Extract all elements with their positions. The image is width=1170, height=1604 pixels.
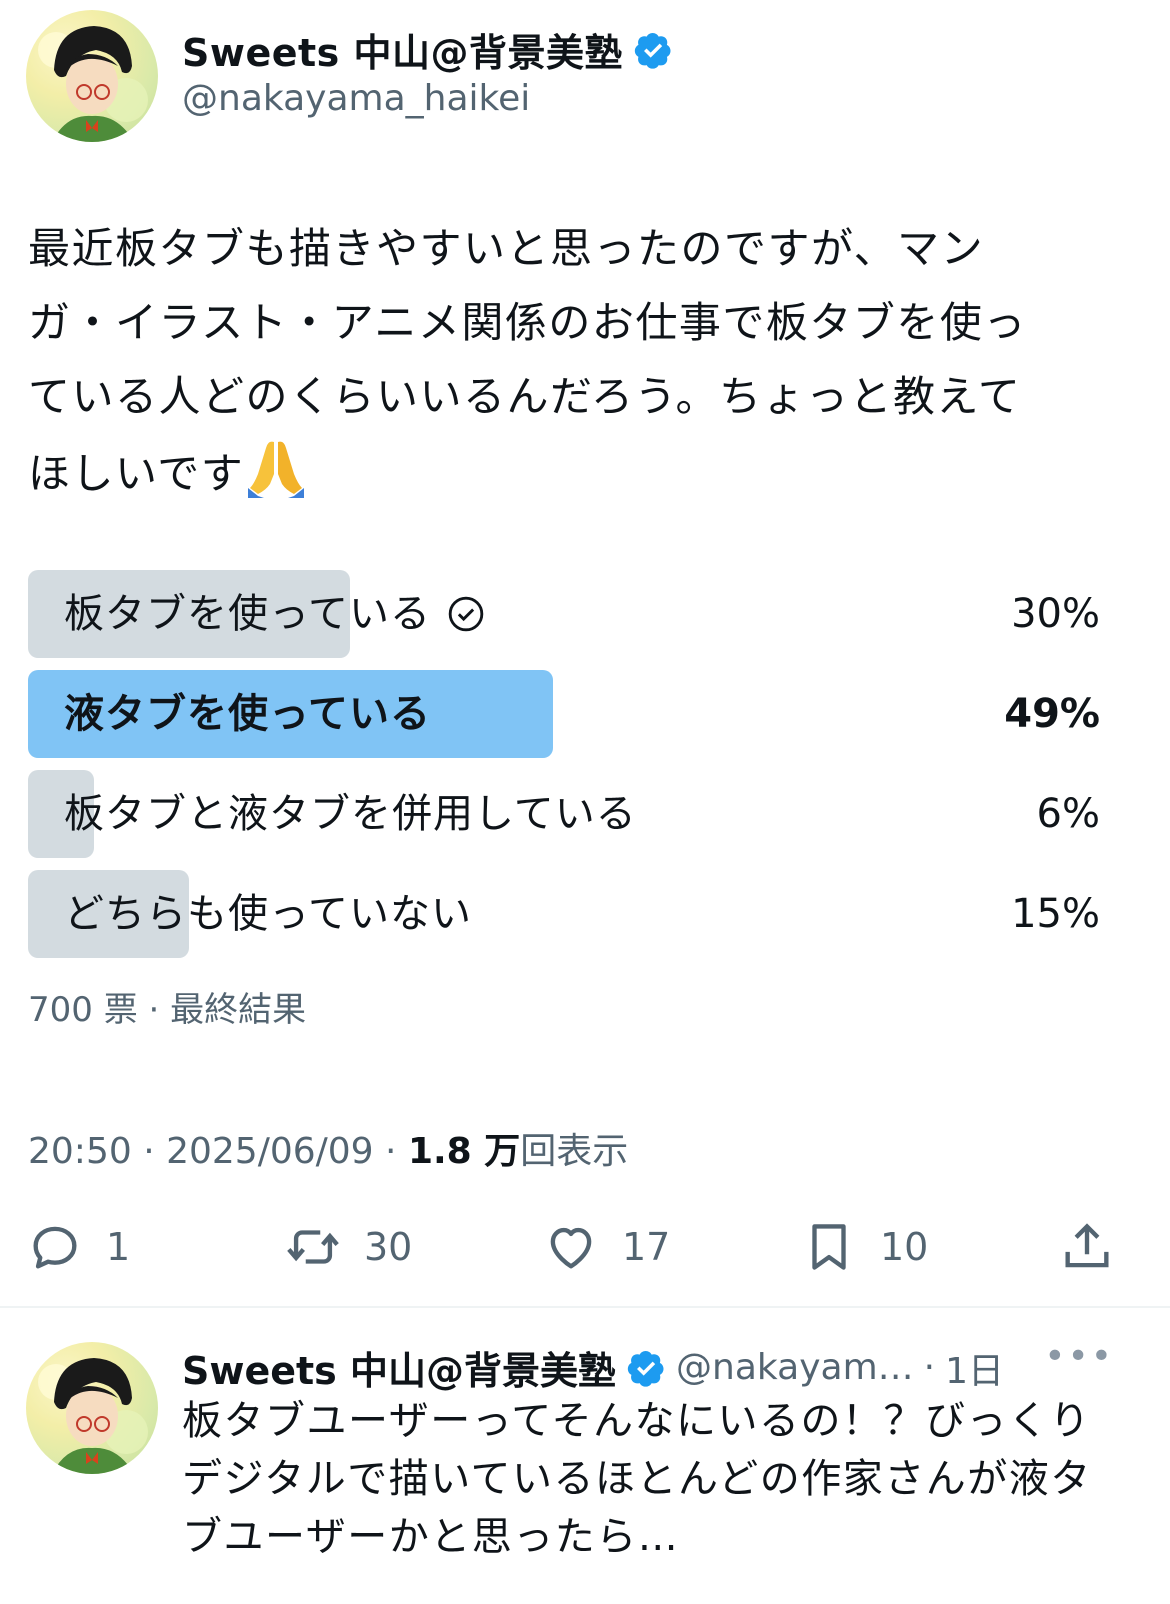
reply-text-line: ブユーザーかと思ったら…: [182, 1514, 680, 1560]
retweet-icon: [287, 1230, 339, 1264]
poll-option-label-wrap: 板タブを使っている: [64, 570, 485, 658]
author-name-row[interactable]: Sweets 中山@背景美塾: [182, 22, 673, 77]
reply-age[interactable]: 1日: [945, 1342, 1004, 1394]
views-count: 1.8 万: [407, 1131, 521, 1172]
poll-option-label-wrap: 液タブを使っている: [64, 670, 431, 758]
author-display-name[interactable]: Sweets 中山@背景美塾: [182, 22, 623, 77]
poll-option-label: 液タブを使っている: [64, 691, 431, 737]
share-button[interactable]: [1058, 1212, 1116, 1282]
poll-status: 最終結果: [170, 990, 307, 1030]
retweet-count: 30: [364, 1225, 413, 1269]
reply-count: 1: [106, 1225, 131, 1269]
poll-option-label-wrap: どちらも使っていない: [64, 870, 472, 958]
poll-meta: 700 票 · 最終結果: [28, 982, 306, 1031]
poll-option: 板タブと液タブを併用している 6%: [28, 770, 1100, 858]
reply-display-name[interactable]: Sweets 中山@背景美塾: [182, 1340, 616, 1395]
reply-icon: [33, 1226, 77, 1269]
poll-option: 板タブを使っている 30%: [28, 570, 1100, 658]
author-handle[interactable]: @nakayama_haikei: [182, 78, 530, 119]
reply-text-line: デジタルで描いているほとんどの作家さんが液タ: [182, 1456, 1092, 1502]
author-avatar[interactable]: [26, 10, 158, 142]
tweet-text-line-text: ほしいです: [28, 449, 245, 498]
reply-handle[interactable]: @nakayam…: [676, 1347, 914, 1388]
poll-option: どちらも使っていない 15%: [28, 870, 1100, 958]
tweet-text-line: 最近板タブも描きやすいと思ったのですが、マン: [28, 224, 985, 273]
tweet-time[interactable]: 20:50: [28, 1131, 132, 1172]
tweet-text-line: ほしいです: [28, 434, 1128, 511]
share-icon: [1065, 1223, 1109, 1268]
poll-option-percent: 30%: [1011, 591, 1100, 637]
divider: [0, 1306, 1170, 1308]
poll-option-label: どちらも使っていない: [64, 891, 472, 937]
verified-badge-icon: [634, 32, 671, 69]
poll-option-label: 板タブを使っている: [64, 591, 431, 637]
bookmark-count: 10: [880, 1225, 929, 1269]
tweet-text-line: ている人どのくらいいるんだろう。ちょっと教えて: [28, 372, 1022, 421]
tweet-text: 最近板タブも描きやすいと思ったのですが、マン ガ・イラスト・アニメ関係のお仕事で…: [28, 212, 1128, 511]
poll-option-percent: 15%: [1011, 891, 1100, 937]
more-options-icon[interactable]: •••: [1044, 1336, 1114, 1377]
views-label: 回表示: [520, 1131, 629, 1172]
reply-text: 板タブユーザーってそんなにいるの！？びっくり デジタルで描いているほとんどの作家…: [182, 1392, 1122, 1566]
poll-option-percent: 49%: [1004, 691, 1100, 737]
bookmark-icon: [812, 1224, 846, 1270]
separator-dot: ·: [143, 1131, 167, 1172]
tweet-text-line: ガ・イラスト・アニメ関係のお仕事で板タブを使っ: [28, 298, 1027, 347]
poll-option-percent: 6%: [1036, 791, 1100, 837]
reply-button[interactable]: 1: [26, 1212, 130, 1282]
poll-votes: 700 票: [28, 990, 138, 1030]
heart-icon: [550, 1227, 592, 1269]
reply-author-avatar[interactable]: [26, 1342, 158, 1474]
separator-dot: ·: [923, 1347, 936, 1388]
reply-header[interactable]: Sweets 中山@背景美塾 @nakayam… · 1日: [182, 1340, 1004, 1395]
poll-option-label-wrap: 板タブと液タブを併用している: [64, 770, 637, 858]
separator-dot: ·: [385, 1131, 408, 1172]
tweet-meta: 20:50 · 2025/06/09 · 1.8 万回表示: [28, 1122, 628, 1174]
bookmark-button[interactable]: 10: [800, 1212, 928, 1282]
tweet-date[interactable]: 2025/06/09: [166, 1131, 374, 1172]
verified-badge-icon: [627, 1350, 664, 1387]
separator-dot: ·: [148, 990, 171, 1030]
folded-hands-icon: [248, 441, 305, 498]
reply-text-line: 板タブユーザーってそんなにいるの！？びっくり: [182, 1398, 1091, 1444]
poll-option-label: 板タブと液タブを併用している: [64, 791, 637, 837]
retweet-button[interactable]: 30: [284, 1212, 412, 1282]
voted-check-icon: [448, 596, 484, 632]
like-button[interactable]: 17: [542, 1212, 670, 1282]
poll-option: 液タブを使っている 49%: [28, 670, 1100, 758]
like-count: 17: [622, 1225, 671, 1269]
